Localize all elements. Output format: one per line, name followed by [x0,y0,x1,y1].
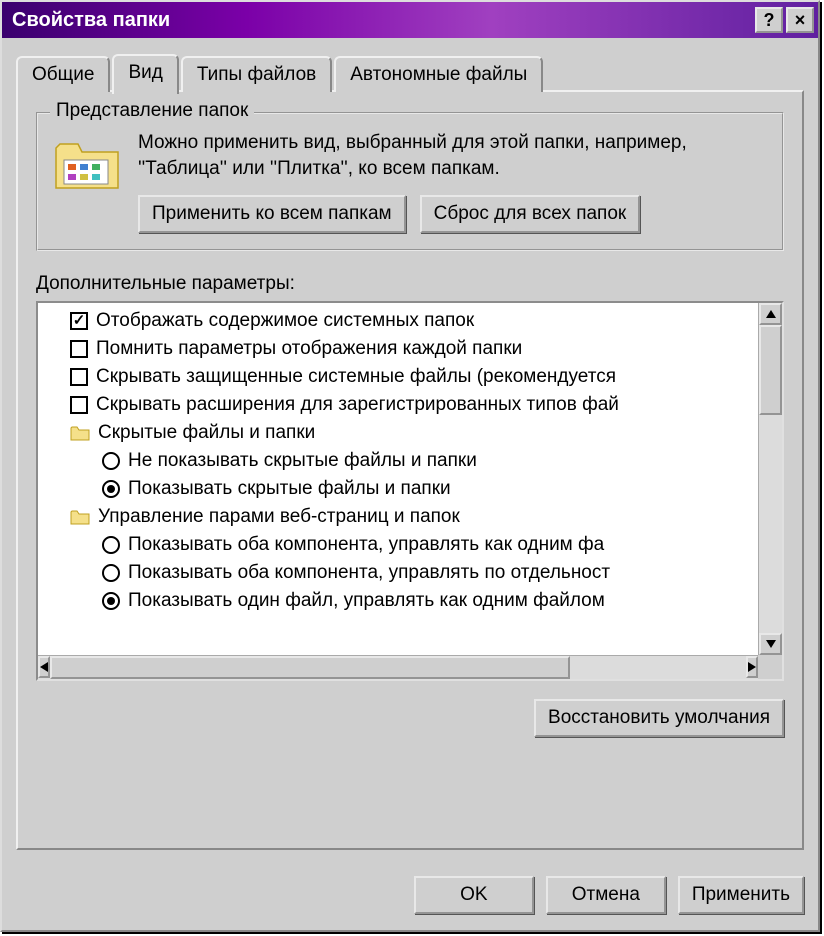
list-item-label: Скрывать расширения для зарегистрированн… [96,394,619,416]
list-item[interactable]: Показывать скрытые файлы и папки [44,475,782,503]
list-item[interactable]: Показывать оба компонента, управлять по … [44,559,782,587]
radio[interactable] [102,536,120,554]
checkbox[interactable] [70,396,88,414]
scrollbar-thumb[interactable] [50,656,570,679]
tab-filetypes[interactable]: Типы файлов [181,56,332,92]
scroll-up-button[interactable] [759,303,782,325]
scrollbar-track[interactable] [759,325,782,633]
list-item[interactable]: Скрытые файлы и папки [44,419,782,447]
help-icon: ? [764,10,775,31]
button-label: OK [460,884,487,905]
list-item[interactable]: Скрывать защищенные системные файлы (рек… [44,363,782,391]
radio[interactable] [102,452,120,470]
button-label: Отмена [572,884,640,905]
folder-views-group: Представление папок [36,112,784,251]
list-item-label: Показывать один файл, управлять как одни… [128,590,605,612]
restore-defaults-button[interactable]: Восстановить умолчания [534,699,784,737]
list-item-label: Показывать оба компонента, управлять по … [128,562,610,584]
window-title: Свойства папки [12,9,170,32]
scrollbar-corner [758,655,782,679]
scroll-right-button[interactable] [746,656,758,678]
tabs: Общие Вид Типы файлов Автономные файлы [16,52,804,92]
help-button[interactable]: ? [755,7,783,33]
radio[interactable] [102,480,120,498]
titlebar[interactable]: Свойства папки ? × [2,2,818,38]
vertical-scrollbar[interactable] [758,303,782,655]
folder-icon [70,424,90,442]
radio[interactable] [102,592,120,610]
group-description: Можно применить вид, выбранный для этой … [138,130,768,181]
list-item[interactable]: Отображать содержимое системных папок [44,307,782,335]
ok-button[interactable]: OK [414,876,534,914]
tab-general[interactable]: Общие [16,56,110,92]
folder-icon [70,508,90,526]
triangle-up-icon [766,310,776,318]
list-item-label: Не показывать скрытые файлы и папки [128,450,477,472]
scrollbar-track[interactable] [50,656,746,679]
tab-offline[interactable]: Автономные файлы [334,56,543,92]
list-item[interactable]: Показывать один файл, управлять как одни… [44,587,782,615]
list-item[interactable]: Показывать оба компонента, управлять как… [44,531,782,559]
triangle-left-icon [40,662,48,672]
tab-label: Вид [128,62,162,83]
list-item-label: Отображать содержимое системных папок [96,310,474,332]
scroll-left-button[interactable] [38,656,50,678]
radio[interactable] [102,564,120,582]
apply-to-all-button[interactable]: Применить ко всем папкам [138,195,406,233]
apply-button[interactable]: Применить [678,876,804,914]
scrollbar-thumb[interactable] [759,325,782,415]
folder-icon [52,134,122,196]
dialog-buttons: OK Отмена Применить [2,866,818,930]
reset-all-button[interactable]: Сброс для всех папок [420,195,641,233]
groupbox-title: Представление папок [50,100,254,122]
checkbox[interactable] [70,368,88,386]
list-item[interactable]: Не показывать скрытые файлы и папки [44,447,782,475]
triangle-down-icon [766,640,776,648]
tab-label: Общие [32,64,94,85]
button-label: Применить [692,884,790,905]
scroll-down-button[interactable] [759,633,782,655]
tab-view[interactable]: Вид [112,54,178,94]
cancel-button[interactable]: Отмена [546,876,666,914]
list-item-label: Показывать скрытые файлы и папки [128,478,451,500]
list-item-label: Скрывать защищенные системные файлы (рек… [96,366,616,388]
tab-label: Автономные файлы [350,64,527,85]
tab-panel-view: Представление папок [16,90,804,850]
list-item[interactable]: Скрывать расширения для зарегистрированн… [44,391,782,419]
list-item-label: Помнить параметры отображения каждой пап… [96,338,522,360]
folder-options-dialog: Свойства папки ? × Общие Вид Типы файлов… [0,0,820,932]
list-item[interactable]: Управление парами веб-страниц и папок [44,503,782,531]
close-button[interactable]: × [786,7,814,33]
advanced-label: Дополнительные параметры: [36,273,784,295]
triangle-right-icon [748,662,756,672]
tab-label: Типы файлов [197,64,316,85]
button-label: Применить ко всем папкам [152,203,392,224]
button-label: Восстановить умолчания [548,707,770,728]
button-label: Сброс для всех папок [434,203,627,224]
horizontal-scrollbar[interactable] [38,655,758,679]
close-icon: × [795,10,806,31]
list-item-label: Показывать оба компонента, управлять как… [128,534,604,556]
checkbox[interactable] [70,340,88,358]
list-item-label: Скрытые файлы и папки [98,422,315,444]
list-item-label: Управление парами веб-страниц и папок [98,506,460,528]
checkbox[interactable] [70,312,88,330]
advanced-settings-list: Отображать содержимое системных папок Пом… [36,301,784,681]
list-item[interactable]: Помнить параметры отображения каждой пап… [44,335,782,363]
